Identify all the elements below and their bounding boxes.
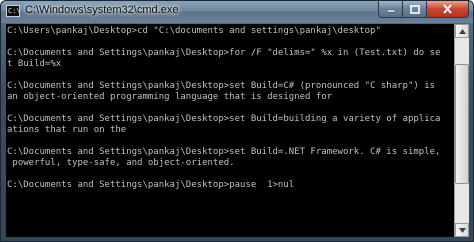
console-window: C:\ C:\Windows\system32\cmd.exe C:\Users… <box>0 0 474 242</box>
console-output[interactable]: C:\Users\pankaj\Desktop>cd "C:\documents… <box>6 24 454 237</box>
console-line: C:\Documents and Settings\pankaj\Desktop… <box>7 147 441 157</box>
minimize-button[interactable] <box>378 1 403 18</box>
maximize-icon <box>409 4 420 14</box>
console-line: C:\Documents and Settings\pankaj\Desktop… <box>7 81 436 91</box>
scroll-up-arrow-icon <box>458 28 466 34</box>
console-line: C:\Users\pankaj\Desktop>cd "C:\documents… <box>7 26 381 36</box>
window-title: C:\Windows\system32\cmd.exe <box>25 4 179 16</box>
console-line: C:\Documents and Settings\pankaj\Desktop… <box>7 114 441 124</box>
title-bar[interactable]: C:\ C:\Windows\system32\cmd.exe <box>1 1 473 23</box>
console-line: ations that run on the <box>7 125 127 135</box>
console-line: an object-oriented programming language … <box>7 92 333 102</box>
close-icon <box>443 4 452 14</box>
close-button[interactable] <box>427 1 469 18</box>
vertical-scrollbar[interactable] <box>454 24 469 237</box>
scroll-up-button[interactable] <box>455 24 469 38</box>
console-line: C:\Documents and Settings\pankaj\Desktop… <box>7 48 441 58</box>
cmd-icon[interactable]: C:\ <box>6 5 21 17</box>
console-line: t Build=%x <box>7 59 62 69</box>
maximize-button[interactable] <box>403 1 427 18</box>
scroll-down-arrow-icon <box>458 227 466 233</box>
console-line: powerful, type-safe, and object-oriented… <box>7 158 235 168</box>
scroll-thumb[interactable] <box>455 64 469 184</box>
window-controls <box>378 1 469 19</box>
minimize-icon <box>386 9 395 13</box>
scroll-down-button[interactable] <box>455 223 469 237</box>
console-line: C:\Documents and Settings\pankaj\Desktop… <box>7 180 295 190</box>
